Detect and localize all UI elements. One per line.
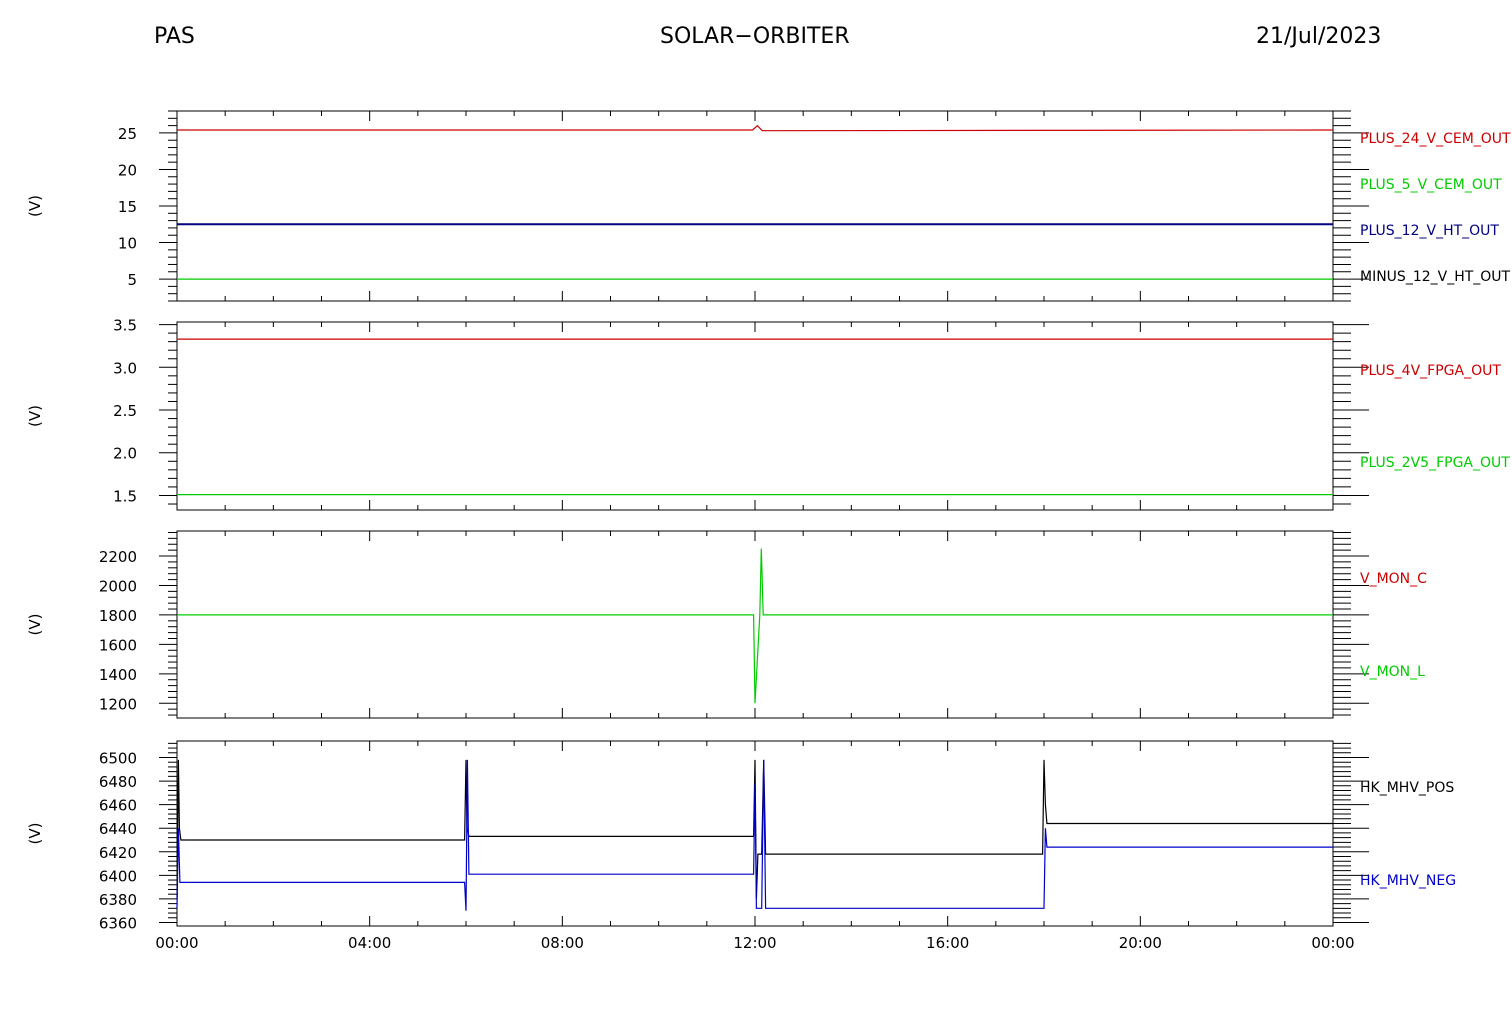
legend-label-plus_2v5_fpga_out: PLUS_2V5_FPGA_OUT bbox=[1360, 455, 1510, 471]
y-tick-label: 6400 bbox=[99, 867, 137, 885]
plot-frame-2 bbox=[176, 321, 1334, 511]
legend-label-plus_5_v_cem_out: PLUS_5_V_CEM_OUT bbox=[1360, 177, 1502, 193]
y-tick-label: 20 bbox=[118, 161, 137, 179]
y-axis-label: (V) bbox=[26, 823, 44, 845]
y-tick-label: 25 bbox=[118, 125, 137, 143]
plot-frame-1 bbox=[176, 110, 1334, 302]
housekeeping-voltage-charts: 5 10 15 20 25 (V) PLUS_24_V_CEM_OUT PLUS_5_V_CE… bbox=[26, 110, 1511, 952]
y-tick-label: 1600 bbox=[99, 636, 137, 654]
legend-label-plus_4v_fpga_out: PLUS_4V_FPGA_OUT bbox=[1360, 363, 1501, 379]
legend-label-plus_12_v_ht_out: PLUS_12_V_HT_OUT bbox=[1360, 223, 1499, 239]
y-tick-label: 2000 bbox=[99, 577, 137, 595]
y-tick-label: 6460 bbox=[99, 797, 137, 815]
y-tick-label: 2200 bbox=[99, 548, 137, 566]
x-tick-label: 08:00 bbox=[541, 934, 584, 952]
legend-label-v_mon_l: V_MON_L bbox=[1360, 664, 1425, 680]
legend-label-v_mon_c: V_MON_C bbox=[1360, 571, 1427, 587]
x-tick-label: 00:00 bbox=[155, 934, 198, 952]
series-line-v_mon_l bbox=[177, 548, 1333, 704]
y-tick-label: 3.5 bbox=[113, 317, 137, 335]
x-tick-label: 00:00 bbox=[1311, 934, 1354, 952]
y-axis-label: (V) bbox=[26, 614, 44, 636]
x-tick-label: 16:00 bbox=[926, 934, 969, 952]
y-tick-label: 10 bbox=[118, 235, 137, 253]
y-axis-label: (V) bbox=[26, 195, 44, 217]
y-tick-label: 6440 bbox=[99, 820, 137, 838]
y-tick-label: 6420 bbox=[99, 844, 137, 862]
legend-label-hk_mhv_neg: HK_MHV_NEG bbox=[1360, 873, 1456, 889]
series-line-plus_24_v_cem_out bbox=[177, 124, 1334, 132]
y-tick-label: 6380 bbox=[99, 891, 137, 909]
legend-label-plus_24_v_cem_out: PLUS_24_V_CEM_OUT bbox=[1360, 131, 1511, 147]
y-tick-label: 2.5 bbox=[113, 402, 137, 420]
legend-label-minus_12_v_ht_out: MINUS_12_V_HT_OUT bbox=[1360, 269, 1511, 285]
y-tick-label: 15 bbox=[118, 198, 137, 216]
y-tick-label: 1400 bbox=[99, 666, 137, 684]
x-tick-label: 12:00 bbox=[733, 934, 776, 952]
y-tick-label: 2.0 bbox=[113, 445, 137, 463]
y-tick-label: 6360 bbox=[99, 914, 137, 932]
x-tick-label: 04:00 bbox=[348, 934, 391, 952]
legend-label-hk_mhv_pos: HK_MHV_POS bbox=[1360, 780, 1454, 796]
y-tick-label: 1800 bbox=[99, 607, 137, 625]
y-axis-label: (V) bbox=[26, 405, 44, 427]
y-tick-label: 3.0 bbox=[113, 359, 137, 377]
y-tick-label: 6500 bbox=[99, 749, 137, 767]
x-tick-label: 20:00 bbox=[1119, 934, 1162, 952]
y-tick-label: 6480 bbox=[99, 773, 137, 791]
y-tick-label: 1200 bbox=[99, 695, 137, 713]
y-tick-label: 1.5 bbox=[113, 487, 137, 505]
y-tick-label: 5 bbox=[127, 271, 137, 289]
